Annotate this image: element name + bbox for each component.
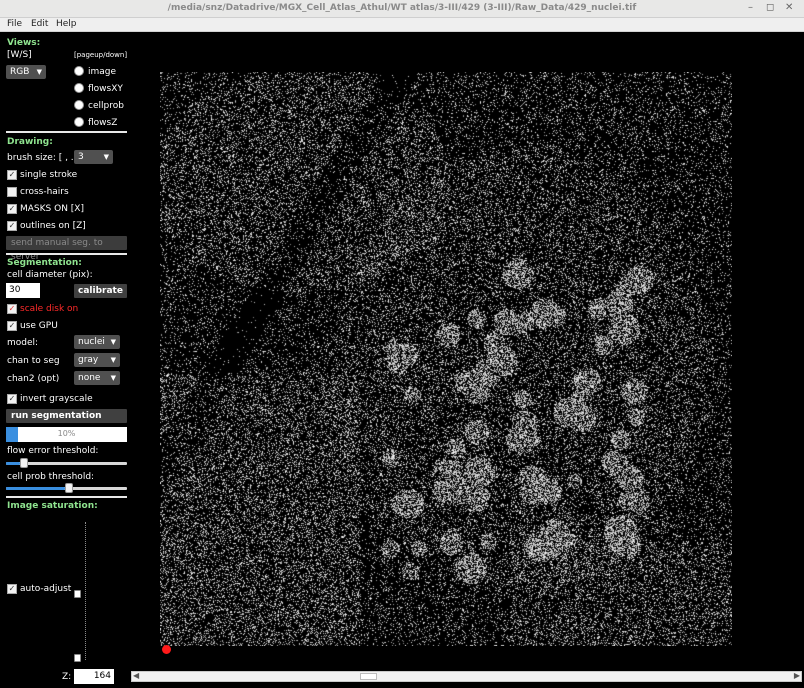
menu-file[interactable]: File	[7, 19, 22, 29]
segmentation-header: Segmentation:	[7, 258, 82, 268]
check-icon: ✓	[8, 204, 16, 213]
scroll-thumb[interactable]	[360, 673, 377, 680]
divider	[6, 131, 127, 133]
color-mode-value: RGB	[10, 67, 30, 77]
brush-size-select[interactable]: 3 ▼	[74, 150, 113, 164]
menu-edit[interactable]: Edit	[31, 19, 48, 29]
invert-grayscale-checkbox[interactable]: ✓	[7, 394, 17, 404]
minimize-icon[interactable]: –	[748, 2, 753, 13]
chan-to-seg-select[interactable]: gray ▼	[74, 353, 120, 367]
check-icon: ✓	[8, 221, 16, 230]
single-stroke-checkbox[interactable]: ✓	[7, 170, 17, 180]
brush-size-value: 3	[78, 152, 84, 162]
drawing-header: Drawing:	[7, 137, 53, 147]
crosshairs-checkbox[interactable]	[7, 187, 17, 197]
menu-help[interactable]: Help	[56, 19, 77, 29]
divider	[6, 253, 127, 255]
outlines-on-checkbox[interactable]: ✓	[7, 221, 17, 231]
flow-threshold-fill	[6, 462, 20, 465]
masks-on-checkbox[interactable]: ✓	[7, 204, 17, 214]
ws-hint: [W/S]	[7, 50, 32, 60]
auto-adjust-checkbox[interactable]: ✓	[7, 584, 17, 594]
z-input[interactable]: 164	[74, 669, 114, 684]
caret-down-icon: ▼	[110, 374, 116, 382]
divider	[6, 496, 127, 498]
masks-on-label: MASKS ON [X]	[20, 204, 84, 214]
model-select[interactable]: nuclei ▼	[74, 335, 120, 349]
segmentation-progress-bar: 10%	[6, 427, 127, 442]
color-mode-select[interactable]: RGB ▼	[6, 65, 46, 79]
horizontal-scrollbar[interactable]: ◀ ▶	[131, 671, 802, 682]
saturation-lower-handle[interactable]	[74, 654, 81, 662]
chan2-select[interactable]: none ▼	[74, 371, 120, 385]
flow-threshold-handle[interactable]	[20, 458, 28, 468]
check-icon: ✓	[8, 394, 16, 403]
crosshairs-label: cross-hairs	[20, 187, 69, 197]
check-icon: ✓	[8, 584, 16, 593]
cellprob-threshold-fill	[6, 487, 65, 490]
chan-to-seg-label: chan to seg	[7, 356, 60, 366]
scroll-right-icon[interactable]: ▶	[794, 671, 800, 680]
check-icon: ✓	[8, 170, 16, 179]
cell-diameter-input[interactable]: 30	[6, 283, 40, 298]
maximize-icon[interactable]: ◻	[766, 2, 774, 13]
outlines-on-label: outlines on [Z]	[20, 221, 86, 231]
radio-cellprob-label: cellprob	[88, 101, 124, 111]
check-icon: ✓	[8, 304, 16, 313]
image-saturation-header: Image saturation:	[7, 501, 98, 511]
radio-flowsxy-label: flowsXY	[88, 84, 123, 94]
radio-image-label: image	[88, 67, 117, 77]
model-label: model:	[7, 338, 39, 348]
brush-size-label: brush size: [ , . ]	[7, 153, 81, 163]
scale-disk-checkbox[interactable]: ✓	[7, 304, 17, 314]
saturation-upper-handle[interactable]	[74, 590, 81, 598]
radio-flowsxy[interactable]	[74, 83, 84, 93]
microscopy-image[interactable]	[160, 72, 732, 646]
single-stroke-label: single stroke	[20, 170, 78, 180]
use-gpu-label: use GPU	[20, 321, 58, 331]
title-bar: /media/snz/Datadrive/MGX_Cell_Atlas_Athu…	[0, 0, 804, 18]
radio-flowsz[interactable]	[74, 117, 84, 127]
flow-threshold-label: flow error threshold:	[7, 446, 99, 456]
saturation-slider[interactable]	[85, 522, 86, 660]
pageupdown-hint: [pageup/down]	[74, 51, 128, 59]
chan2-label: chan2 (opt)	[7, 374, 60, 384]
scroll-left-icon[interactable]: ◀	[133, 671, 139, 680]
radio-image[interactable]	[74, 66, 84, 76]
caret-down-icon: ▼	[36, 68, 42, 76]
model-value: nuclei	[78, 337, 105, 347]
run-segmentation-button[interactable]: run segmentation	[6, 409, 127, 423]
invert-grayscale-label: invert grayscale	[20, 394, 93, 404]
use-gpu-checkbox[interactable]: ✓	[7, 321, 17, 331]
scale-disk-label: scale disk on	[20, 304, 79, 314]
chan-to-seg-value: gray	[78, 355, 99, 365]
z-label: Z:	[62, 672, 72, 682]
auto-adjust-label: auto-adjust	[20, 584, 72, 594]
radio-flowsz-label: flowsZ	[88, 118, 118, 128]
progress-text: 10%	[57, 429, 76, 438]
caret-down-icon: ▼	[103, 153, 109, 161]
chan2-value: none	[78, 373, 101, 383]
send-manual-seg-button[interactable]: send manual seg. to server	[6, 236, 127, 262]
cursor-marker	[162, 645, 171, 654]
caret-down-icon: ▼	[110, 356, 116, 364]
radio-cellprob[interactable]	[74, 100, 84, 110]
close-icon[interactable]: ✕	[785, 2, 793, 13]
menu-bar: File Edit Help	[0, 18, 804, 32]
cell-diameter-label: cell diameter (pix):	[7, 270, 93, 280]
views-header: Views:	[7, 38, 41, 48]
window-title: /media/snz/Datadrive/MGX_Cell_Atlas_Athu…	[167, 3, 637, 13]
calibrate-button[interactable]: calibrate	[74, 284, 127, 298]
check-icon: ✓	[8, 321, 16, 330]
cellprob-threshold-label: cell prob threshold:	[7, 472, 95, 482]
cellprob-threshold-handle[interactable]	[65, 483, 73, 493]
caret-down-icon: ▼	[110, 338, 116, 346]
